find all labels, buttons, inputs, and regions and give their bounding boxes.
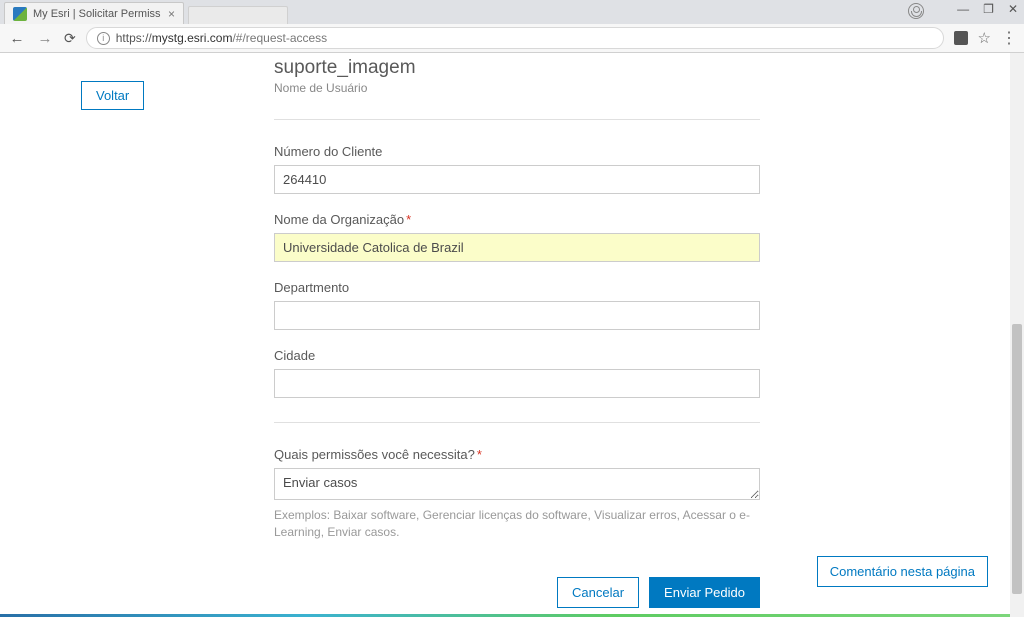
divider (274, 422, 760, 423)
browser-tab[interactable]: My Esri | Solicitar Permiss × (4, 2, 184, 24)
city-label: Cidade (274, 348, 760, 363)
cancel-button[interactable]: Cancelar (557, 577, 639, 608)
required-asterisk: * (477, 447, 482, 462)
site-info-icon[interactable]: i (97, 32, 110, 45)
menu-icon[interactable]: ⋮ (1001, 28, 1016, 48)
url-scheme: https:// (116, 31, 152, 45)
permissions-hint: Exemplos: Baixar software, Gerenciar lic… (274, 507, 760, 541)
permissions-textarea[interactable] (274, 468, 760, 500)
back-button[interactable]: Voltar (81, 81, 144, 110)
url-field[interactable]: i https://mystg.esri.com/#/request-acces… (86, 27, 944, 49)
customer-number-input[interactable] (274, 165, 760, 194)
profile-icon[interactable] (908, 3, 924, 19)
forward-icon[interactable]: → (36, 30, 54, 47)
url-host: mystg.esri.com (152, 31, 233, 45)
username-heading: suporte_imagem (274, 57, 760, 79)
url-path: /#/request-access (232, 31, 327, 45)
permissions-label-text: Quais permissões você necessita? (274, 447, 475, 462)
tab-bar: My Esri | Solicitar Permiss × — ❐ ✕ (0, 0, 1024, 24)
tab-close-icon[interactable]: × (168, 7, 175, 21)
browser-chrome: My Esri | Solicitar Permiss × — ❐ ✕ ← → … (0, 0, 1024, 53)
window-controls: — ❐ ✕ (957, 2, 1018, 16)
field-permissions: Quais permissões você necessita?* Exempl… (274, 447, 760, 541)
org-name-input[interactable] (274, 233, 760, 262)
city-input[interactable] (274, 369, 760, 398)
close-window-icon[interactable]: ✕ (1008, 2, 1018, 16)
back-icon[interactable]: ← (8, 30, 26, 47)
form-actions: Cancelar Enviar Pedido (274, 577, 760, 608)
chrome-action-icons: ☆ ⋮ (954, 28, 1016, 48)
submit-button[interactable]: Enviar Pedido (649, 577, 760, 608)
field-org-name: Nome da Organização* (274, 212, 760, 262)
scrollbar[interactable] (1010, 53, 1024, 617)
username-sublabel: Nome de Usuário (274, 81, 760, 95)
divider (274, 119, 760, 120)
content-area: Voltar suporte_imagem Nome de Usuário Nú… (0, 53, 1024, 617)
new-tab-placeholder[interactable] (188, 6, 288, 24)
reload-icon[interactable]: ⟳ (64, 30, 76, 47)
department-label: Departmento (274, 280, 760, 295)
department-input[interactable] (274, 301, 760, 330)
bookmark-icon[interactable]: ☆ (978, 29, 991, 47)
field-customer-number: Número do Cliente (274, 144, 760, 194)
scrollbar-thumb[interactable] (1012, 324, 1022, 595)
address-bar: ← → ⟳ i https://mystg.esri.com/#/request… (0, 24, 1024, 52)
maximize-icon[interactable]: ❐ (983, 2, 994, 16)
customer-number-label: Número do Cliente (274, 144, 760, 159)
required-asterisk: * (406, 212, 411, 227)
viewport: Voltar suporte_imagem Nome de Usuário Nú… (0, 53, 1024, 617)
org-name-label-text: Nome da Organização (274, 212, 404, 227)
url-text: https://mystg.esri.com/#/request-access (116, 31, 327, 45)
tab-favicon (13, 7, 27, 21)
page-feedback-button[interactable]: Comentário nesta página (817, 556, 988, 587)
field-city: Cidade (274, 348, 760, 398)
tab-title: My Esri | Solicitar Permiss (33, 8, 162, 20)
translate-icon[interactable] (954, 31, 968, 45)
page-inner: Voltar suporte_imagem Nome de Usuário Nú… (10, 53, 1014, 617)
field-department: Departmento (274, 280, 760, 330)
org-name-label: Nome da Organização* (274, 212, 760, 227)
permissions-label: Quais permissões você necessita?* (274, 447, 760, 462)
minimize-icon[interactable]: — (957, 2, 969, 16)
request-access-form: suporte_imagem Nome de Usuário Número do… (274, 53, 760, 608)
